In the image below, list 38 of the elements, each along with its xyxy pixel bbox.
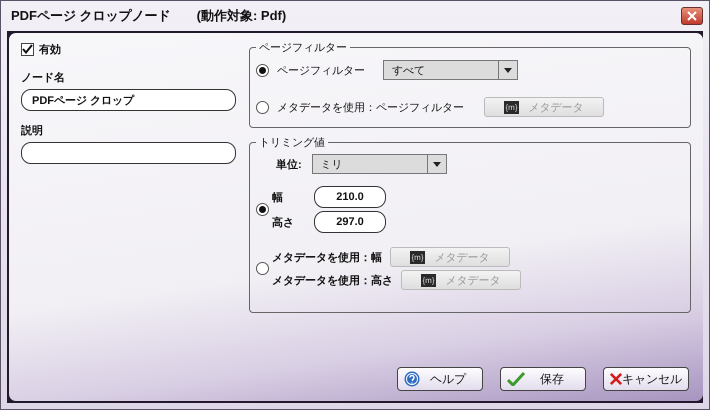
radio-label: ページフィルター [277,64,365,78]
field-label: 説明 [21,124,44,138]
input-field[interactable]: PDFページ クロップ [21,89,236,111]
field-label: 幅 [272,190,284,204]
close-icon [610,372,622,386]
dropdown-arrow-icon [504,68,512,72]
unit-dropdown[interactable]: ミリ [312,154,447,174]
metadata-badge: {m} [421,274,436,286]
window-title: PDFページ クロップノード [11,7,171,25]
metadata-badge: {m} [504,100,518,114]
field-label: ノード名 [21,70,66,85]
field-label: メタデータを使用：幅 [272,250,382,264]
close-icon [687,11,697,21]
input-field[interactable] [21,142,236,164]
input-field[interactable]: 210.0 [314,186,386,208]
radio-button[interactable] [256,100,269,114]
radio-button[interactable] [256,262,269,275]
window-subtitle: (動作対象: Pdf) [196,7,286,25]
field-label: メタデータを使用：高さ [272,274,393,288]
unit-label: 単位: [276,158,302,172]
close-button[interactable] [681,7,703,25]
radio-label: メタデータを使用：ページフィルター [277,100,464,114]
help-button[interactable]: ヘルプ [397,367,483,391]
radio-button[interactable] [256,64,269,76]
input-field[interactable]: 297.0 [314,211,386,233]
filter-dropdown[interactable]: すべて [383,60,518,80]
check-icon [507,372,525,386]
cancel-button[interactable]: キャンセル [603,367,689,391]
metadata-badge: {m} [410,250,424,264]
group-title: トリミング値 [258,136,326,150]
checkbox[interactable] [21,42,34,56]
save-button[interactable]: 保存 [500,367,586,391]
field-label: 高さ [272,216,295,230]
radio-button[interactable] [256,203,269,216]
dropdown-arrow-icon [432,162,441,166]
help-icon [404,371,420,387]
group-title: ページフィルター [258,41,348,55]
checkbox-label: 有効 [39,42,61,56]
